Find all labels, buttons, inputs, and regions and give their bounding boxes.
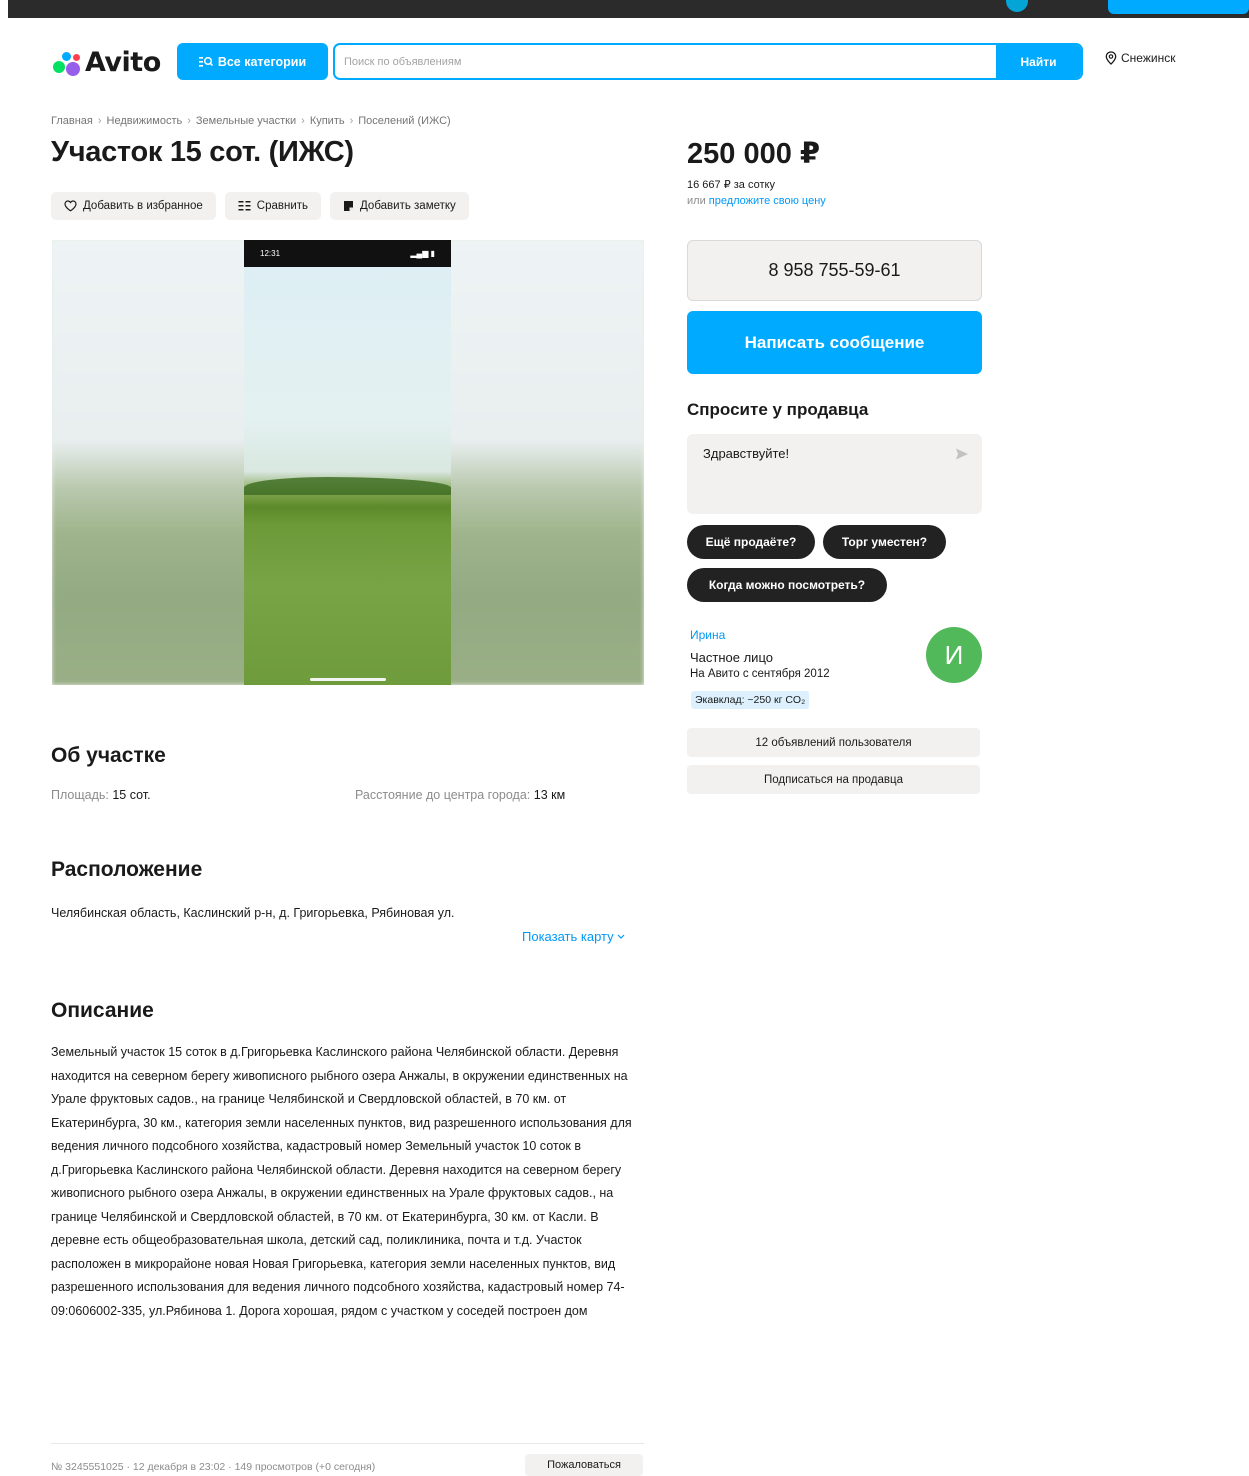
add-favorite-button[interactable]: Добавить в избранное: [51, 192, 216, 220]
param-area: Площадь: 15 сот.: [51, 788, 151, 802]
photo-status-icons: ▂▄▆ ▮: [410, 249, 435, 258]
param-distance: Расстояние до центра города: 13 км: [355, 788, 565, 802]
breadcrumb-separator: ›: [349, 115, 354, 127]
param-area-value: 15 сот.: [112, 788, 151, 802]
photo-treeline: [244, 477, 451, 495]
seller-name-link[interactable]: Ирина: [690, 628, 725, 642]
ask-seller-box: [687, 434, 982, 514]
seller-since: На Авито с сентября 2012: [690, 668, 830, 680]
add-favorite-label: Добавить в избранное: [83, 200, 203, 212]
site-header: Avito Все категории Найти Снежинск: [0, 40, 1249, 84]
chevron-down-icon: [617, 934, 625, 939]
all-categories-label: Все категории: [217, 54, 307, 69]
breadcrumb-item-buy[interactable]: Купить: [310, 115, 345, 127]
search-input[interactable]: [335, 45, 997, 78]
seller-type: Частное лицо: [690, 650, 773, 665]
location-selector[interactable]: Снежинск: [1105, 51, 1175, 65]
about-title: Об участке: [51, 744, 166, 767]
add-note-label: Добавить заметку: [360, 200, 456, 212]
compare-icon: [238, 201, 251, 211]
price-offer-prefix: или: [687, 195, 709, 207]
chip-still-selling[interactable]: Ещё продаёте?: [687, 525, 815, 559]
avito-logo[interactable]: Avito: [51, 44, 161, 80]
breadcrumb-separator: ›: [187, 115, 191, 127]
price-offer: или предложите свою цену: [687, 195, 826, 207]
page-title: Участок 15 сот. (ИЖС): [51, 136, 354, 168]
price-per-unit: 16 667 ₽ за сотку: [687, 179, 775, 191]
breadcrumb-item-settlement[interactable]: Поселений (ИЖС): [358, 115, 450, 127]
note-icon: [344, 201, 354, 211]
ask-seller-title: Спросите у продавца: [687, 400, 869, 419]
location-pin-icon: [1105, 51, 1117, 65]
report-button[interactable]: Пожаловаться: [525, 1454, 643, 1476]
location-title: Расположение: [51, 858, 203, 881]
top-post-ad-button[interactable]: [1108, 0, 1249, 14]
add-note-button[interactable]: Добавить заметку: [330, 192, 469, 220]
param-distance-value: 13 км: [533, 788, 566, 802]
description-text: Земельный участок 15 соток в д.Григорьев…: [51, 1045, 632, 1318]
breadcrumb-item-realty[interactable]: Недвижимость: [107, 115, 183, 127]
show-map-label: Показать карту: [522, 929, 614, 944]
price: 250 000 ₽: [687, 138, 821, 170]
top-strip: [0, 0, 1249, 18]
footer-divider: [51, 1443, 644, 1444]
breadcrumb-separator: ›: [97, 115, 102, 127]
listing-actions: Добавить в избранное Сравнить Добавить з…: [51, 192, 469, 220]
logo-text: Avito: [85, 46, 161, 78]
address: Челябинская область, Каслинский р-н, д. …: [51, 906, 455, 920]
heart-icon: [64, 200, 77, 212]
param-distance-key: Расстояние до центра города:: [355, 788, 534, 802]
eco-badge[interactable]: Экавклад: ~250 кг CO₂: [691, 691, 810, 709]
breadcrumb-item-land[interactable]: Земельные участки: [196, 115, 296, 127]
chip-bargain[interactable]: Торг уместен?: [823, 525, 946, 559]
breadcrumb-item-home[interactable]: Главная: [51, 115, 93, 127]
photo-gallery[interactable]: 12:31 ▂▄▆ ▮: [52, 240, 644, 685]
listing-meta: № 3245551025 · 12 декабря в 23:02 · 149 …: [51, 1461, 376, 1473]
breadcrumb: Главная › Недвижимость › Земельные участ…: [51, 115, 451, 127]
seller-ads-button[interactable]: 12 объявлений пользователя: [687, 728, 980, 757]
subscribe-seller-button[interactable]: Подписаться на продавца: [687, 765, 980, 794]
show-map-link[interactable]: Показать карту: [522, 929, 625, 944]
avito-logo-icon: [51, 47, 83, 77]
compare-label: Сравнить: [256, 200, 309, 212]
compare-button[interactable]: Сравнить: [224, 192, 322, 220]
photo-home-indicator: [310, 678, 386, 681]
param-area-key: Площадь:: [51, 788, 113, 802]
listing-photo[interactable]: 12:31 ▂▄▆ ▮: [244, 240, 451, 685]
send-icon[interactable]: [954, 446, 970, 462]
show-phone-button[interactable]: 8 958 755-59-61: [687, 240, 982, 301]
location-label: Снежинск: [1121, 51, 1176, 65]
search-bar: Найти: [333, 43, 1083, 80]
offer-price-link[interactable]: предложите свою цену: [709, 195, 826, 207]
chip-when-view[interactable]: Когда можно посмотреть?: [687, 568, 887, 602]
top-dark-bar: [8, 0, 1249, 18]
all-categories-button[interactable]: Все категории: [177, 43, 328, 80]
photo-status-bar: 12:31 ▂▄▆ ▮: [244, 240, 451, 267]
avatar[interactable]: И: [926, 627, 982, 683]
breadcrumb-separator: ›: [301, 115, 305, 127]
search-button[interactable]: Найти: [996, 45, 1081, 78]
categories-search-icon: [198, 56, 213, 67]
write-message-button[interactable]: Написать сообщение: [687, 311, 982, 374]
ask-seller-input[interactable]: [687, 434, 947, 514]
photo-status-time: 12:31: [260, 249, 281, 258]
description-title: Описание: [51, 999, 154, 1022]
